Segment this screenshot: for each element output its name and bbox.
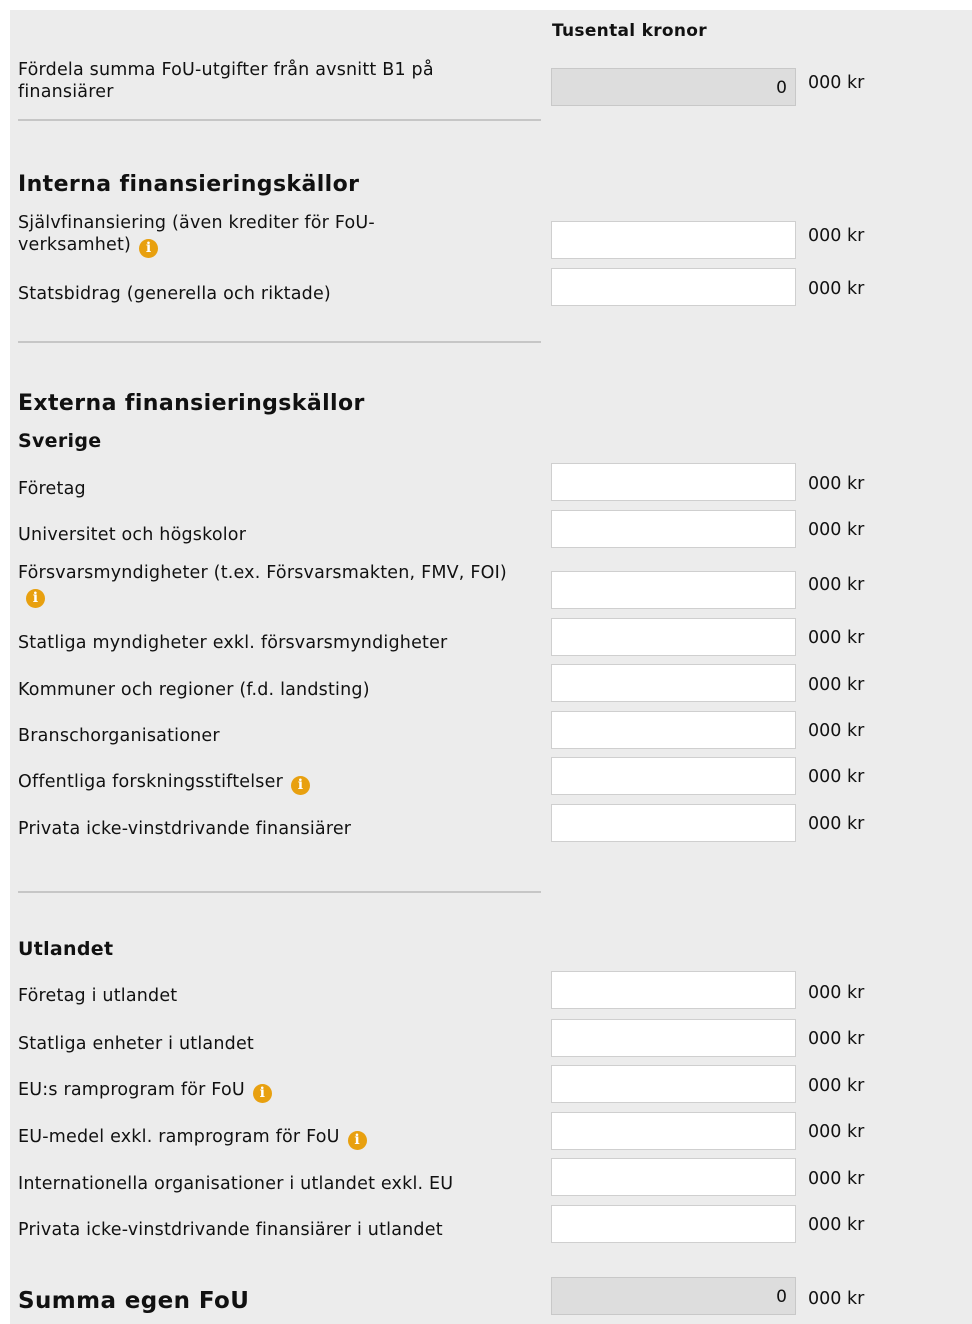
row-label-eu-other: EU-medel exkl. ramprogram för FoU i	[18, 1126, 528, 1150]
unit-label: 000 kr	[808, 520, 865, 540]
unit-label: 000 kr	[808, 226, 865, 246]
row-label-public-foundations: Offentliga forskningsstiftelser i	[18, 771, 528, 795]
unit-label: 000 kr	[808, 767, 865, 787]
distribute-sum-field: 0	[551, 68, 796, 106]
defence-authorities-input[interactable]	[551, 571, 796, 609]
row-label-foreign-companies: Företag i utlandet	[18, 986, 178, 1006]
unit-label: 000 kr	[808, 1122, 865, 1142]
info-icon[interactable]: i	[347, 1131, 367, 1150]
divider	[18, 891, 541, 893]
info-icon[interactable]: i	[26, 589, 45, 608]
unit-label: 000 kr	[808, 983, 865, 1003]
column-header: Tusental kronor	[552, 21, 707, 41]
unit-label: 000 kr	[808, 474, 865, 494]
universities-input[interactable]	[551, 510, 796, 548]
row-label-foreign-state: Statliga enheter i utlandet	[18, 1034, 254, 1054]
international-orgs-input[interactable]	[551, 1158, 796, 1196]
public-foundations-input[interactable]	[551, 757, 796, 795]
unit-label: 000 kr	[808, 1076, 865, 1096]
unit-label: 000 kr	[808, 279, 865, 299]
unit-label: 000 kr	[808, 721, 865, 741]
total-sum-value: 0	[776, 1287, 787, 1307]
foreign-private-nonprofit-input[interactable]	[551, 1205, 796, 1243]
private-nonprofit-input[interactable]	[551, 804, 796, 842]
row-label-defence-authorities: Försvarsmyndigheter (t.ex. Försvarsmakte…	[18, 563, 507, 608]
distribute-sum-value: 0	[776, 78, 787, 98]
companies-input[interactable]	[551, 463, 796, 501]
unit-label: 000 kr	[808, 628, 865, 648]
row-label-international-orgs: Internationella organisationer i utlande…	[18, 1174, 454, 1194]
row-label-foreign-private-nonprofit: Privata icke-vinstdrivande finansiärer i…	[18, 1220, 443, 1240]
row-label-state-grants: Statsbidrag (generella och riktade)	[18, 284, 331, 304]
self-financing-input[interactable]	[551, 221, 796, 259]
row-label-universities: Universitet och högskolor	[18, 525, 247, 545]
sweden-subtitle: Sverige	[18, 430, 102, 452]
info-icon[interactable]: i	[252, 1084, 272, 1103]
unit-label: 000 kr	[808, 675, 865, 695]
external-section-title: Externa finansieringskällor	[18, 391, 365, 416]
divider	[18, 341, 541, 343]
row-label-companies: Företag	[18, 479, 86, 499]
unit-label: 000 kr	[808, 575, 865, 595]
internal-section-title: Interna finansieringskällor	[18, 172, 360, 197]
total-label: Summa egen FoU	[18, 1288, 250, 1314]
state-authorities-input[interactable]	[551, 618, 796, 656]
total-sum-field: 0	[551, 1277, 796, 1315]
industry-organisations-input[interactable]	[551, 711, 796, 749]
row-label-industry-organisations: Branschorganisationer	[18, 726, 220, 746]
foreign-state-input[interactable]	[551, 1019, 796, 1057]
row-label-eu-framework: EU:s ramprogram för FoU i	[18, 1079, 528, 1103]
unit-label: 000 kr	[808, 73, 865, 93]
municipalities-input[interactable]	[551, 664, 796, 702]
unit-label: 000 kr	[808, 1029, 865, 1049]
abroad-subtitle: Utlandet	[18, 938, 114, 960]
unit-label: 000 kr	[808, 1289, 865, 1309]
row-label-private-nonprofit: Privata icke-vinstdrivande finansiärer	[18, 819, 352, 839]
unit-label: 000 kr	[808, 1169, 865, 1189]
foreign-companies-input[interactable]	[551, 971, 796, 1009]
eu-other-input[interactable]	[551, 1112, 796, 1150]
info-icon[interactable]: i	[139, 239, 159, 258]
unit-label: 000 kr	[808, 814, 865, 834]
row-label-self-financing: Självfinansiering (även krediter för FoU…	[18, 213, 375, 258]
unit-label: 000 kr	[808, 1215, 865, 1235]
state-grants-input[interactable]	[551, 268, 796, 306]
divider	[18, 119, 541, 121]
distribute-label: Fördela summa FoU-utgifter från avsnitt …	[18, 60, 434, 102]
row-label-state-authorities: Statliga myndigheter exkl. försvarsmyndi…	[18, 633, 448, 653]
info-icon[interactable]: i	[290, 776, 310, 795]
row-label-municipalities: Kommuner och regioner (f.d. landsting)	[18, 680, 370, 700]
eu-framework-input[interactable]	[551, 1065, 796, 1103]
